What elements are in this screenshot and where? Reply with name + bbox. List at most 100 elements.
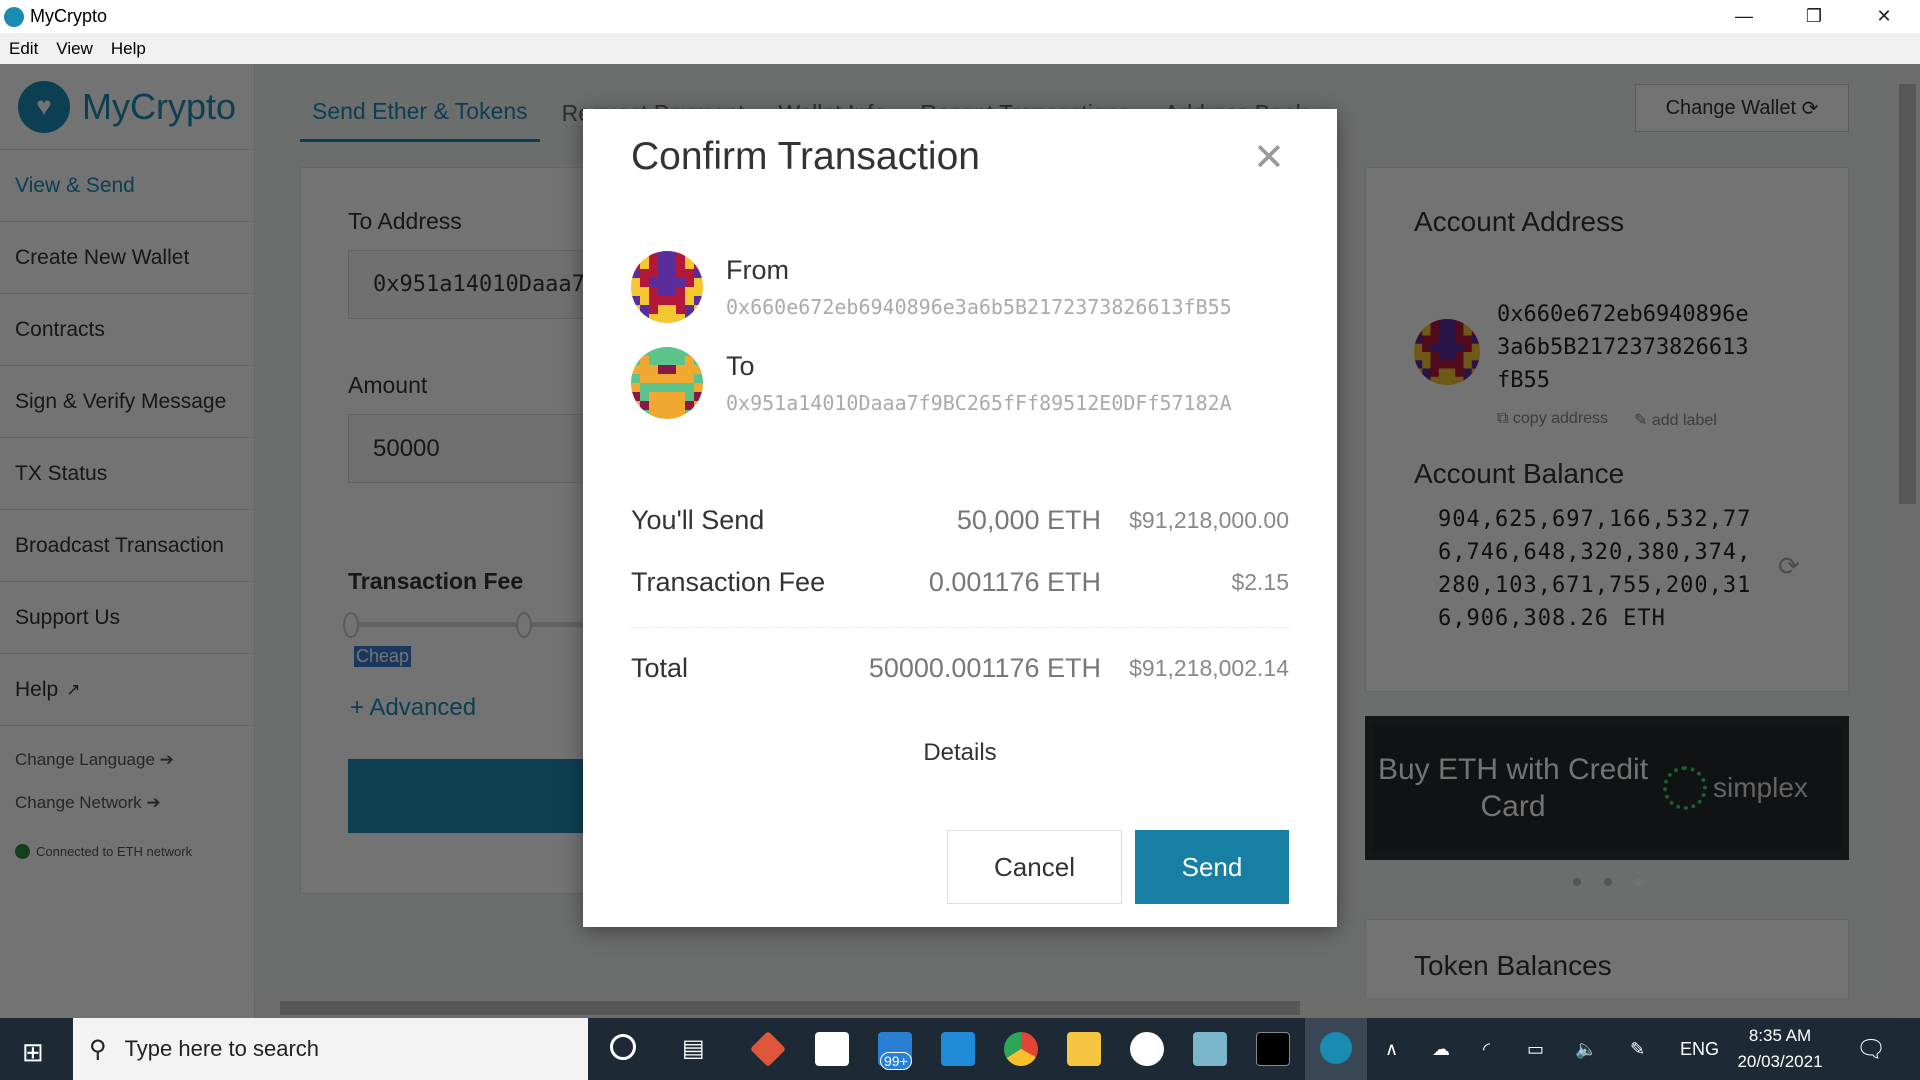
to-address-label: To Address	[348, 208, 462, 234]
file-explorer-icon[interactable]	[1067, 1032, 1101, 1066]
from-avatar	[631, 251, 703, 328]
change-network-label: Change Network	[15, 792, 142, 812]
onedrive-icon[interactable]: ☁	[1432, 1018, 1450, 1080]
sidebar-item-contracts[interactable]: Contracts	[0, 294, 254, 366]
send-button[interactable]: Send	[1135, 830, 1289, 904]
sidebar-item-sign-verify[interactable]: Sign & Verify Message	[0, 366, 254, 438]
help-label: Help	[15, 677, 59, 701]
sidebar-item-tx-status[interactable]: TX Status	[0, 438, 254, 510]
details-toggle[interactable]: Details	[583, 739, 1337, 767]
add-label-link[interactable]: ✎ add label	[1634, 410, 1717, 430]
fee-slider-tick	[516, 612, 532, 638]
mycrypto-logo-icon: ♥	[18, 80, 70, 133]
menu-view[interactable]: View	[47, 39, 102, 59]
external-link-icon: ↗	[66, 679, 81, 699]
menu-edit[interactable]: Edit	[0, 39, 47, 59]
arrow-circle-icon: ➔	[146, 792, 161, 812]
account-balance: 904,625,697,166,532,77 6,746,648,320,380…	[1438, 503, 1751, 635]
divider	[631, 627, 1289, 628]
vscode-icon[interactable]	[941, 1032, 975, 1066]
from-address: 0x660e672eb6940896e3a6b5B2172373826613fB…	[726, 295, 1232, 319]
tab-send[interactable]: Send Ether & Tokens	[300, 84, 540, 142]
minimize-button[interactable]: —	[1709, 0, 1779, 33]
taskbar-search[interactable]: ⚲ Type here to search	[73, 1018, 588, 1080]
store-icon[interactable]	[815, 1032, 849, 1066]
horizontal-scrollbar[interactable]	[255, 998, 1895, 1018]
refresh-balance-icon[interactable]: ⟳	[1778, 551, 1800, 582]
account-card: Account Address 0x660e672eb6940896e 3a6b…	[1365, 167, 1849, 692]
maximize-button[interactable]: ❐	[1779, 0, 1849, 33]
chrome-icon[interactable]	[1004, 1032, 1038, 1066]
banner-text: Buy ETH with Credit Card	[1377, 753, 1649, 823]
modal-title: Confirm Transaction	[631, 135, 980, 178]
account-balance-title: Account Balance	[1414, 458, 1625, 489]
arrow-circle-icon: ➔	[159, 749, 174, 769]
search-icon: ⚲	[89, 1035, 107, 1063]
balance-line: 904,625,697,166,532,77	[1438, 507, 1752, 532]
app-logo-icon	[4, 6, 24, 27]
total-usd: $91,218,002.14	[1129, 655, 1289, 681]
pen-icon[interactable]: ✎	[1630, 1018, 1645, 1080]
notifications-icon[interactable]: 🗨	[1856, 1018, 1886, 1080]
account-address: 0x660e672eb6940896e 3a6b5B2172373826613 …	[1497, 298, 1749, 397]
cortana-icon[interactable]	[610, 1034, 636, 1060]
git-app-icon[interactable]	[749, 1030, 787, 1068]
address-line: 3a6b5B2172373826613	[1497, 335, 1749, 360]
copy-address-link[interactable]: ⧉ copy address	[1497, 410, 1608, 428]
account-avatar	[1414, 319, 1480, 390]
copy-icon: ⧉	[1497, 410, 1509, 427]
total-label: Total	[631, 653, 689, 683]
send-amount-usd: $91,218,000.00	[1129, 507, 1289, 533]
buy-eth-banner[interactable]: Buy ETH with Credit Card simplex	[1365, 716, 1849, 860]
carousel-dot[interactable]	[1573, 878, 1581, 886]
sidebar-item-support[interactable]: Support Us	[0, 582, 254, 654]
network-status-label: Connected to ETH network	[36, 844, 193, 859]
close-window-button[interactable]: ✕	[1849, 0, 1919, 33]
identicon-icon	[631, 347, 703, 419]
fee-slider-handle[interactable]	[343, 612, 359, 638]
sidebar-item-broadcast[interactable]: Broadcast Transaction	[0, 510, 254, 582]
clock-date: 20/03/2021	[1737, 1052, 1823, 1071]
sidebar-item-view-send[interactable]: View & Send	[0, 150, 254, 222]
to-avatar	[631, 347, 703, 424]
sidebar-item-create-wallet[interactable]: Create New Wallet	[0, 222, 254, 294]
change-language-label: Change Language	[15, 749, 155, 769]
terminal-icon[interactable]	[1256, 1032, 1290, 1066]
language-indicator[interactable]: ENG	[1680, 1018, 1719, 1080]
change-language-link[interactable]: Change Language ➔	[0, 738, 254, 781]
add-label-label: add label	[1651, 412, 1717, 429]
clock[interactable]: 8:35 AM 20/03/2021	[1735, 1018, 1825, 1080]
balance-line: 6,906,308.26 ETH	[1438, 606, 1666, 631]
change-wallet-button[interactable]: Change Wallet ⟳	[1635, 84, 1849, 132]
balance-line: 6,746,648,320,380,374,	[1438, 540, 1752, 565]
carousel-dot[interactable]	[1635, 878, 1643, 886]
address-line: 0x660e672eb6940896e	[1497, 302, 1749, 327]
start-windows-icon[interactable]: ⊞	[22, 1037, 44, 1068]
cancel-button[interactable]: Cancel	[947, 830, 1122, 904]
tray-chevron-icon[interactable]: ∧	[1385, 1018, 1398, 1080]
slack-icon[interactable]	[1130, 1032, 1164, 1066]
volume-icon[interactable]: 🔈	[1575, 1018, 1597, 1080]
notes-app-icon[interactable]	[1193, 1032, 1227, 1066]
wifi-icon[interactable]: ◜	[1483, 1018, 1490, 1080]
taskbar: ⊞ ⚲ Type here to search ▤ 99+ ∧ ☁ ◜ ▭ 🔈 …	[0, 1018, 1920, 1080]
task-view-icon[interactable]: ▤	[682, 1034, 705, 1063]
change-wallet-label: Change Wallet	[1665, 96, 1797, 119]
carousel-dot[interactable]	[1604, 878, 1612, 886]
fee-row: Transaction Fee 0.001176 ETH $2.15	[631, 567, 1289, 598]
advanced-link[interactable]: + Advanced	[350, 694, 476, 722]
fee-usd: $2.15	[1231, 569, 1289, 595]
menu-help[interactable]: Help	[102, 39, 155, 59]
total-eth: 50000.001176 ETH	[868, 653, 1101, 683]
mycrypto-taskbar-button[interactable]	[1305, 1018, 1367, 1080]
change-network-link[interactable]: Change Network ➔	[0, 781, 254, 824]
logo[interactable]: ♥ MyCrypto	[0, 64, 254, 150]
window-title: MyCrypto	[30, 6, 108, 26]
vertical-scrollbar[interactable]	[1895, 64, 1920, 998]
close-icon[interactable]: ✕	[1253, 135, 1285, 180]
address-line: fB55	[1497, 368, 1550, 393]
identicon-icon	[631, 251, 703, 323]
sidebar-item-help[interactable]: Help ↗	[0, 654, 254, 726]
battery-icon[interactable]: ▭	[1527, 1018, 1544, 1080]
copy-address-label: copy address	[1512, 410, 1609, 427]
